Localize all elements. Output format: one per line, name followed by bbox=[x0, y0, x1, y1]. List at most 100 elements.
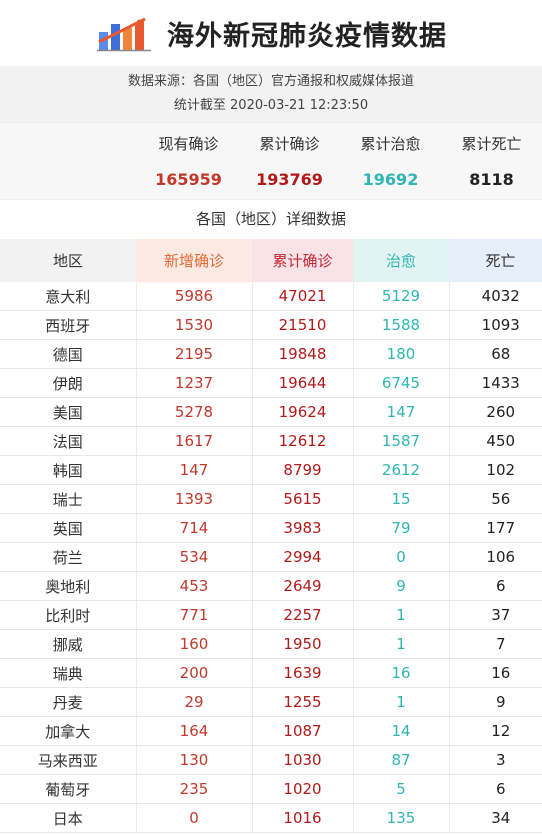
cell-total-confirmed: 5615 bbox=[252, 484, 354, 514]
cell-total-confirmed: 19644 bbox=[252, 368, 354, 398]
cell-region: 葡萄牙 bbox=[0, 774, 137, 804]
table-row[interactable]: 葡萄牙 235 1020 5 6 bbox=[0, 774, 542, 804]
cell-new-confirmed: 534 bbox=[136, 542, 253, 572]
bar-chart-trend-icon bbox=[97, 17, 151, 52]
cell-region: 韩国 bbox=[0, 455, 137, 485]
page-header: 海外新冠肺炎疫情数据 bbox=[0, 0, 542, 66]
cell-region: 伊朗 bbox=[0, 368, 137, 398]
cell-deaths: 12 bbox=[449, 716, 542, 746]
cell-new-confirmed: 2195 bbox=[136, 339, 253, 369]
cell-region: 法国 bbox=[0, 426, 137, 456]
cell-total-confirmed: 19848 bbox=[252, 339, 354, 369]
table-row[interactable]: 马来西亚 130 1030 87 3 bbox=[0, 745, 542, 775]
table-row[interactable]: 西班牙 1530 21510 1588 1093 bbox=[0, 310, 542, 340]
table-row[interactable]: 瑞典 200 1639 16 16 bbox=[0, 658, 542, 688]
summary-total-deaths: 累计死亡 8118 bbox=[441, 123, 542, 199]
cell-new-confirmed: 164 bbox=[136, 716, 253, 746]
cell-total-confirmed: 1950 bbox=[252, 629, 354, 659]
cell-healed: 79 bbox=[353, 513, 450, 543]
cell-healed: 14 bbox=[353, 716, 450, 746]
cell-deaths: 1433 bbox=[449, 368, 542, 398]
cell-total-confirmed: 1020 bbox=[252, 774, 354, 804]
cell-new-confirmed: 1393 bbox=[136, 484, 253, 514]
cell-healed: 15 bbox=[353, 484, 450, 514]
cell-region: 挪威 bbox=[0, 629, 137, 659]
cell-total-confirmed: 1639 bbox=[252, 658, 354, 688]
summary-spacer bbox=[0, 123, 138, 199]
summary-total-confirmed: 累计确诊 193769 bbox=[239, 123, 340, 199]
cell-region: 日本 bbox=[0, 803, 137, 833]
country-data-table: 地区 新增确诊 累计确诊 治愈 死亡 意大利 5986 47021 5129 4032 西… bbox=[0, 239, 542, 833]
cell-region: 马来西亚 bbox=[0, 745, 137, 775]
cell-new-confirmed: 714 bbox=[136, 513, 253, 543]
table-row[interactable]: 美国 5278 19624 147 260 bbox=[0, 397, 542, 427]
column-header-deaths[interactable]: 死亡 bbox=[449, 239, 542, 282]
cell-region: 奥地利 bbox=[0, 571, 137, 601]
summary-label: 累计确诊 bbox=[259, 135, 320, 153]
cell-deaths: 106 bbox=[449, 542, 542, 572]
cell-healed: 180 bbox=[353, 339, 450, 369]
cell-total-confirmed: 21510 bbox=[252, 310, 354, 340]
cell-new-confirmed: 5278 bbox=[136, 397, 253, 427]
cell-region: 瑞典 bbox=[0, 658, 137, 688]
cell-total-confirmed: 1255 bbox=[252, 687, 354, 717]
cell-total-confirmed: 47021 bbox=[252, 282, 354, 311]
cell-deaths: 68 bbox=[449, 339, 542, 369]
cell-total-confirmed: 3983 bbox=[252, 513, 354, 543]
cell-deaths: 450 bbox=[449, 426, 542, 456]
cell-healed: 1 bbox=[353, 629, 450, 659]
summary-total-healed: 累计治愈 19692 bbox=[340, 123, 441, 199]
cell-deaths: 56 bbox=[449, 484, 542, 514]
cell-new-confirmed: 235 bbox=[136, 774, 253, 804]
cell-new-confirmed: 29 bbox=[136, 687, 253, 717]
table-row[interactable]: 法国 1617 12612 1587 450 bbox=[0, 426, 542, 456]
cell-total-confirmed: 2257 bbox=[252, 600, 354, 630]
cell-new-confirmed: 1530 bbox=[136, 310, 253, 340]
page-title: 海外新冠肺炎疫情数据 bbox=[167, 20, 447, 52]
column-header-total-confirmed[interactable]: 累计确诊 bbox=[252, 239, 353, 282]
cell-deaths: 37 bbox=[449, 600, 542, 630]
cell-healed: 6745 bbox=[353, 368, 450, 398]
cell-deaths: 177 bbox=[449, 513, 542, 543]
table-row[interactable]: 奥地利 453 2649 9 6 bbox=[0, 571, 542, 601]
cell-deaths: 9 bbox=[449, 687, 542, 717]
cell-new-confirmed: 0 bbox=[136, 803, 253, 833]
cell-total-confirmed: 1030 bbox=[252, 745, 354, 775]
column-header-healed[interactable]: 治愈 bbox=[353, 239, 449, 282]
table-row[interactable]: 荷兰 534 2994 0 106 bbox=[0, 542, 542, 572]
table-row[interactable]: 瑞士 1393 5615 15 56 bbox=[0, 484, 542, 514]
cell-new-confirmed: 160 bbox=[136, 629, 253, 659]
summary-panel: 现有确诊 165959 累计确诊 193769 累计治愈 19692 累计死亡 … bbox=[0, 122, 542, 199]
data-source-text: 数据来源：各国（地区）官方通报和权威媒体报道 bbox=[127, 74, 414, 89]
cell-region: 德国 bbox=[0, 339, 137, 369]
cell-healed: 2612 bbox=[353, 455, 450, 485]
table-row[interactable]: 挪威 160 1950 1 7 bbox=[0, 629, 542, 659]
summary-value: 19692 bbox=[362, 170, 419, 189]
cell-deaths: 260 bbox=[449, 397, 542, 427]
cell-new-confirmed: 200 bbox=[136, 658, 253, 688]
table-row[interactable]: 丹麦 29 1255 1 9 bbox=[0, 687, 542, 717]
summary-label: 现有确诊 bbox=[158, 135, 219, 153]
table-row[interactable]: 德国 2195 19848 180 68 bbox=[0, 339, 542, 369]
table-row[interactable]: 比利时 771 2257 1 37 bbox=[0, 600, 542, 630]
cell-deaths: 34 bbox=[449, 803, 542, 833]
table-row[interactable]: 意大利 5986 47021 5129 4032 bbox=[0, 282, 542, 311]
cell-total-confirmed: 8799 bbox=[252, 455, 354, 485]
update-timestamp: 统计截至 2020-03-21 12:23:50 bbox=[173, 98, 369, 113]
table-row[interactable]: 日本 0 1016 135 34 bbox=[0, 803, 542, 833]
table-row[interactable]: 英国 714 3983 79 177 bbox=[0, 513, 542, 543]
cell-deaths: 7 bbox=[449, 629, 542, 659]
table-row[interactable]: 韩国 147 8799 2612 102 bbox=[0, 455, 542, 485]
table-header-row: 地区 新增确诊 累计确诊 治愈 死亡 bbox=[0, 239, 542, 282]
column-header-new-confirmed[interactable]: 新增确诊 bbox=[136, 239, 252, 282]
cell-region: 瑞士 bbox=[0, 484, 137, 514]
table-row[interactable]: 伊朗 1237 19644 6745 1433 bbox=[0, 368, 542, 398]
column-header-region[interactable]: 地区 bbox=[0, 239, 136, 282]
summary-value: 165959 bbox=[155, 170, 222, 189]
summary-label: 累计死亡 bbox=[461, 135, 522, 153]
cell-total-confirmed: 2994 bbox=[252, 542, 354, 572]
data-source-panel: 数据来源：各国（地区）官方通报和权威媒体报道 统计截至 2020-03-21 1… bbox=[0, 66, 542, 122]
cell-healed: 0 bbox=[353, 542, 450, 572]
cell-deaths: 3 bbox=[449, 745, 542, 775]
table-row[interactable]: 加拿大 164 1087 14 12 bbox=[0, 716, 542, 746]
